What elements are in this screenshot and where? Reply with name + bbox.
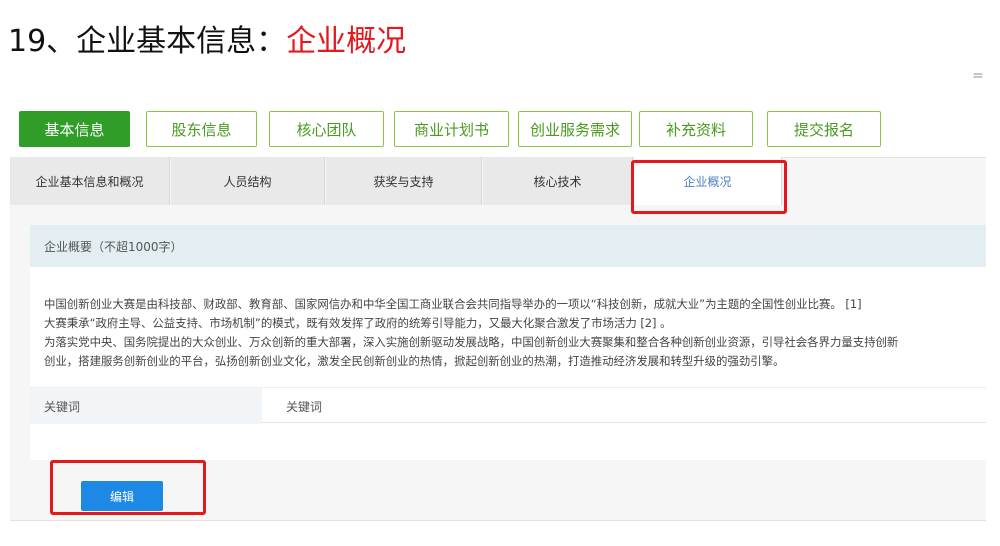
nav-shareholder-info[interactable]: 股东信息 xyxy=(146,111,257,147)
nav-submit[interactable]: 提交报名 xyxy=(767,111,881,147)
tab-core-tech[interactable]: 核心技术 xyxy=(483,157,633,205)
tab-awards-support[interactable]: 获奖与支持 xyxy=(326,157,482,205)
overview-content: 企业概要（不超1000字） 中国创新创业大赛是由科技部、财政部、教育部、国家网信… xyxy=(30,225,986,460)
nav-basic-info[interactable]: 基本信息 xyxy=(19,111,130,147)
sub-tabs: 企业基本信息和概况 人员结构 获奖与支持 核心技术 企业概况 xyxy=(10,157,986,205)
nav-business-plan[interactable]: 商业计划书 xyxy=(394,111,509,147)
tab-company-basic[interactable]: 企业基本信息和概况 xyxy=(10,157,170,205)
section-label: 企业概要（不超1000字） xyxy=(30,225,986,267)
tab-company-overview[interactable]: 企业概况 xyxy=(634,157,782,205)
keywords-row: 关键词 关键词 xyxy=(30,387,986,424)
nav-core-team[interactable]: 核心团队 xyxy=(269,111,384,147)
menu-glyph: = xyxy=(972,68,984,84)
nav-supplementary[interactable]: 补充资料 xyxy=(639,111,753,147)
overview-line: 为落实党中央、国务院提出的大众创业、万众创新的重大部署，深入实施创新驱动发展战略… xyxy=(44,335,899,349)
overview-line: 创业，搭建服务创新创业的平台，弘扬创新创业文化，激发全民创新创业的热情，掀起创新… xyxy=(44,354,785,368)
heading-prefix: 19、企业基本信息： xyxy=(8,24,287,59)
overview-text: 中国创新创业大赛是由科技部、财政部、教育部、国家网信办和中华全国工商业联合会共同… xyxy=(44,295,980,371)
nav-service-needs[interactable]: 创业服务需求 xyxy=(518,111,632,147)
keywords-label: 关键词 xyxy=(30,388,262,424)
tab-staff-structure[interactable]: 人员结构 xyxy=(171,157,325,205)
edit-button[interactable]: 编辑 xyxy=(81,481,163,511)
heading-highlight: 企业概况 xyxy=(286,24,407,59)
page-heading: 19、企业基本信息：企业概况 xyxy=(8,22,406,62)
overview-line: 大赛秉承“政府主导、公益支持、市场机制”的模式，既有效发挥了政府的统筹引导能力，… xyxy=(44,316,672,330)
keywords-value: 关键词 xyxy=(286,399,323,414)
divider xyxy=(10,520,986,521)
overview-line: 中国创新创业大赛是由科技部、财政部、教育部、国家网信办和中华全国工商业联合会共同… xyxy=(44,297,862,311)
